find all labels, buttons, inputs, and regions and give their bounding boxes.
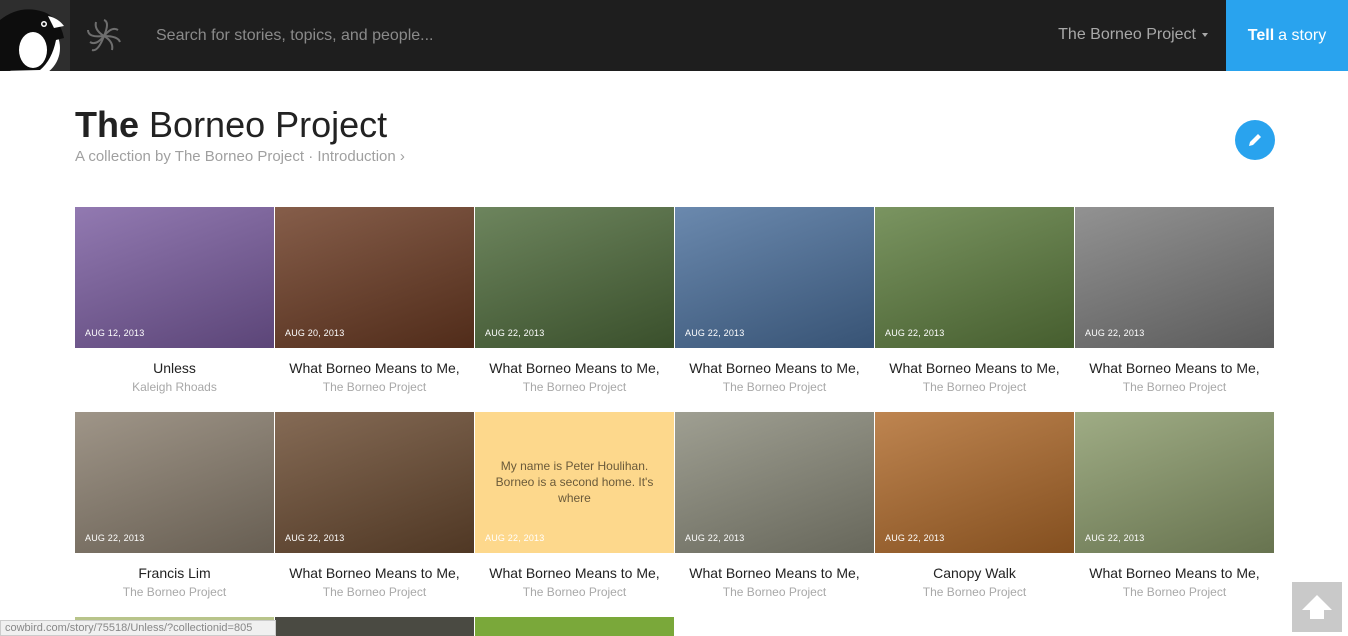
story-thumbnail[interactable]: AUG 22, 2013	[275, 412, 474, 553]
scroll-to-top-button[interactable]	[1292, 582, 1342, 632]
tell-a-story-button[interactable]: Tell a story	[1226, 0, 1348, 71]
story-title[interactable]: What Borneo Means to Me,	[1075, 565, 1274, 581]
a-story-label: a story	[1278, 26, 1327, 44]
story-author[interactable]: Kaleigh Rhoads	[75, 380, 274, 394]
photo-shading	[875, 412, 1074, 553]
story-card[interactable]: AUG 12, 2013 Unless Kaleigh Rhoads	[75, 207, 274, 394]
photo-shading	[75, 412, 274, 553]
status-bar-url: cowbird.com/story/75518/Unless/?collecti…	[0, 620, 276, 636]
story-card[interactable]: AUG 22, 2013 What Borneo Means to Me, The …	[1075, 207, 1274, 394]
story-author[interactable]: The Borneo Project	[275, 380, 474, 394]
story-title[interactable]: What Borneo Means to Me,	[675, 360, 874, 376]
story-date: AUG 22, 2013	[285, 533, 345, 543]
photo-shading	[875, 207, 1074, 348]
photo-shading	[475, 207, 674, 348]
story-title[interactable]: What Borneo Means to Me,	[475, 565, 674, 581]
pencil-icon	[1249, 134, 1261, 146]
photo-shading	[275, 207, 474, 348]
story-card[interactable]: AUG 22, 2013 What Borneo Means to Me, The …	[875, 207, 1074, 394]
story-thumbnail[interactable]: AUG 22, 2013	[1075, 412, 1274, 553]
story-thumbnail[interactable]: AUG 22, 2013	[675, 412, 874, 553]
caret-down-icon	[1202, 33, 1208, 37]
collection-subtitle[interactable]: A collection by The Borneo Project · Int…	[75, 148, 405, 165]
story-date: AUG 22, 2013	[885, 533, 945, 543]
photo-shading	[675, 207, 874, 348]
story-title[interactable]: What Borneo Means to Me,	[675, 565, 874, 581]
story-thumbnail[interactable]: AUG 22, 2013	[875, 412, 1074, 553]
story-date: AUG 22, 2013	[885, 328, 945, 338]
story-author[interactable]: The Borneo Project	[475, 585, 674, 599]
story-author[interactable]: The Borneo Project	[75, 585, 274, 599]
cowbird-logo[interactable]	[0, 0, 70, 71]
story-author[interactable]: The Borneo Project	[675, 380, 874, 394]
story-thumbnail[interactable]: My name is Peter Houlihan. Borneo is a s…	[475, 412, 674, 553]
story-author[interactable]: The Borneo Project	[1075, 585, 1274, 599]
story-title[interactable]: What Borneo Means to Me,	[275, 565, 474, 581]
story-title[interactable]: Canopy Walk	[875, 565, 1074, 581]
story-thumbnail[interactable]: AUG 12, 2013	[75, 207, 274, 348]
story-thumbnail[interactable]: AUG 20, 2013	[275, 207, 474, 348]
story-date: AUG 22, 2013	[685, 533, 745, 543]
story-thumbnail[interactable]: AUG 22, 2013	[1075, 207, 1274, 348]
story-card[interactable]: AUG 22, 2013 What Borneo Means to Me, The …	[675, 412, 874, 599]
story-date: AUG 20, 2013	[285, 328, 345, 338]
story-title[interactable]: What Borneo Means to Me,	[275, 360, 474, 376]
page-title-bold: The	[75, 104, 140, 145]
photo-shading	[75, 207, 274, 348]
photo-shading	[275, 412, 474, 553]
story-title[interactable]: Francis Lim	[75, 565, 274, 581]
story-author[interactable]: The Borneo Project	[675, 585, 874, 599]
story-thumbnail[interactable]: AUG 22, 2013	[875, 207, 1074, 348]
story-card[interactable]: AUG 22, 2013 What Borneo Means to Me, The …	[475, 207, 674, 394]
story-author[interactable]: The Borneo Project	[1075, 380, 1274, 394]
edit-button[interactable]	[1235, 120, 1275, 160]
story-date: AUG 22, 2013	[1085, 328, 1145, 338]
story-author[interactable]: The Borneo Project	[475, 380, 674, 394]
story-author[interactable]: The Borneo Project	[875, 380, 1074, 394]
story-date: AUG 22, 2013	[85, 533, 145, 543]
bird-logo-icon	[0, 9, 64, 71]
story-card[interactable]: AUG 22, 2013 Francis Lim The Borneo Projec…	[75, 412, 274, 599]
story-date: AUG 12, 2013	[85, 328, 145, 338]
story-thumbnail[interactable]: AUG 22, 2013	[75, 412, 274, 553]
story-date: AUG 22, 2013	[1085, 533, 1145, 543]
photo-shading	[1075, 207, 1274, 348]
story-date: AUG 22, 2013	[485, 328, 545, 338]
tell-label: Tell	[1247, 26, 1275, 44]
story-title[interactable]: Unless	[75, 360, 274, 376]
story-date: AUG 22, 2013	[685, 328, 745, 338]
user-menu[interactable]: The Borneo Project	[1058, 26, 1208, 44]
story-card[interactable]: AUG 22, 2013 Canopy Walk The Borneo Projec…	[875, 412, 1074, 599]
page-title-rest: Borneo Project	[149, 104, 388, 145]
photo-shading	[675, 412, 874, 553]
arrow-up-icon	[1302, 595, 1332, 619]
spiral-icon[interactable]	[84, 16, 124, 56]
story-title[interactable]: What Borneo Means to Me,	[1075, 360, 1274, 376]
search-input[interactable]	[140, 18, 840, 54]
story-date: AUG 22, 2013	[485, 533, 545, 543]
page-title: The Borneo Project	[75, 104, 387, 146]
story-card[interactable]: My name is Peter Houlihan. Borneo is a s…	[475, 412, 674, 599]
story-quote: My name is Peter Houlihan. Borneo is a s…	[495, 459, 654, 505]
story-title[interactable]: What Borneo Means to Me,	[475, 360, 674, 376]
story-thumbnail[interactable]: AUG 22, 2013	[475, 207, 674, 348]
story-card[interactable]: AUG 22, 2013 What Borneo Means to Me, The …	[275, 412, 474, 599]
partial-thumb[interactable]	[475, 617, 674, 636]
story-card[interactable]: AUG 22, 2013 What Borneo Means to Me, The …	[1075, 412, 1274, 599]
story-card[interactable]: AUG 20, 2013 What Borneo Means to Me, The …	[275, 207, 474, 394]
story-thumbnail[interactable]: AUG 22, 2013	[675, 207, 874, 348]
partial-thumb[interactable]	[275, 617, 474, 636]
story-card[interactable]: AUG 22, 2013 What Borneo Means to Me, The …	[675, 207, 874, 394]
user-menu-label: The Borneo Project	[1058, 26, 1196, 43]
photo-shading	[1075, 412, 1274, 553]
story-title[interactable]: What Borneo Means to Me,	[875, 360, 1074, 376]
top-navbar: The Borneo Project Tell a story	[0, 0, 1348, 71]
story-author[interactable]: The Borneo Project	[875, 585, 1074, 599]
story-author[interactable]: The Borneo Project	[275, 585, 474, 599]
